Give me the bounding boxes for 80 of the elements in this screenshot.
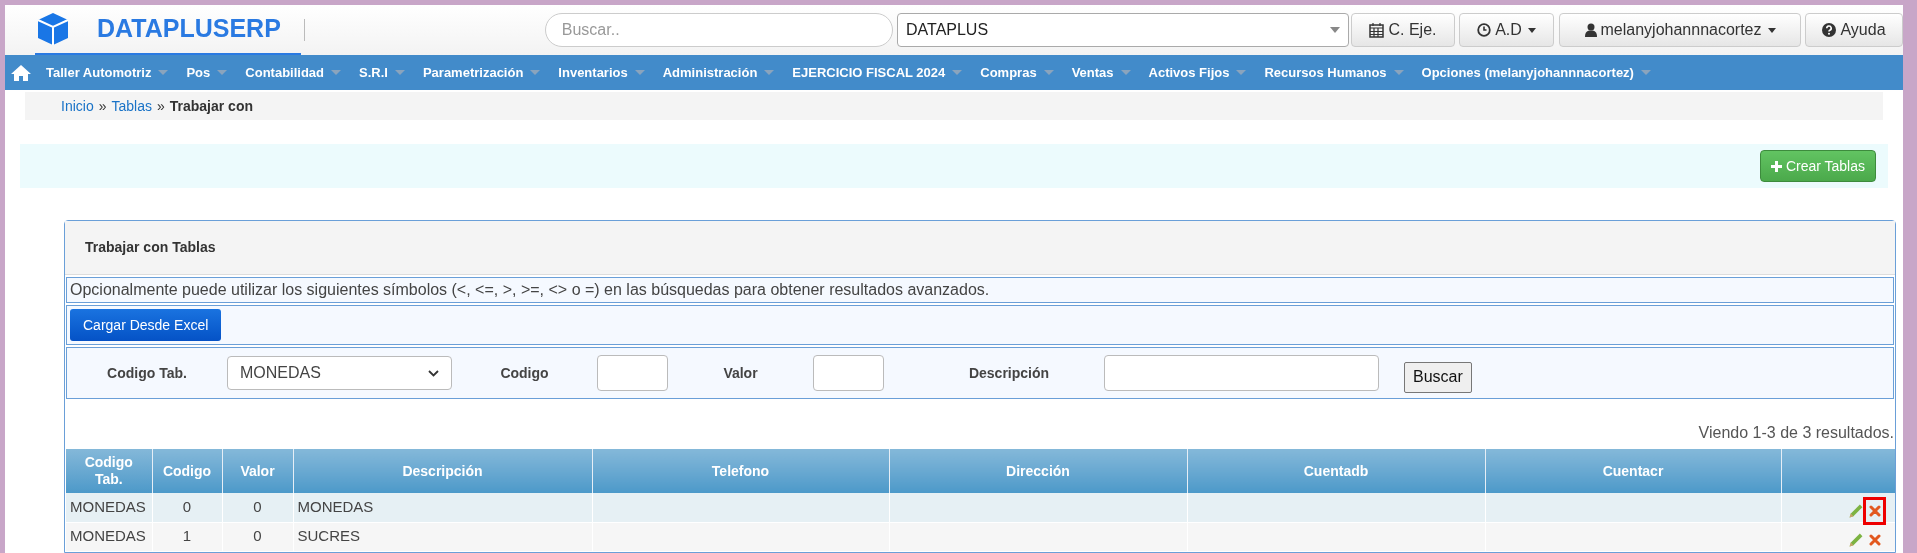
caret-icon bbox=[217, 70, 228, 75]
caret-icon bbox=[158, 70, 169, 75]
filter-label: Codigo Tab. bbox=[106, 363, 188, 383]
calendar-icon bbox=[1369, 22, 1385, 38]
load-from-excel-button[interactable]: Cargar Desde Excel bbox=[70, 309, 222, 341]
company-select[interactable]: DATAPLUS bbox=[897, 13, 1349, 47]
breadcrumb-separator: » bbox=[156, 96, 165, 116]
menu-item[interactable]: EJERCICIO FISCAL 2024 bbox=[792, 62, 946, 83]
menu-item[interactable]: Taller Automotriz bbox=[46, 62, 152, 83]
header-button[interactable]: Ayuda bbox=[1805, 13, 1903, 47]
header-button[interactable]: C. Eje. bbox=[1351, 13, 1455, 47]
header-button[interactable]: melanyjohannnacortez bbox=[1559, 13, 1801, 47]
filter-field[interactable] bbox=[1104, 355, 1379, 391]
menu-item[interactable]: Inventarios bbox=[558, 62, 628, 83]
menu-item[interactable]: Contabilidad bbox=[245, 62, 324, 83]
filter-label: Codigo bbox=[499, 363, 550, 383]
plus-icon bbox=[1770, 160, 1782, 172]
column-header[interactable]: Valor bbox=[222, 449, 293, 493]
clock-icon bbox=[1477, 23, 1492, 37]
breadcrumb-link[interactable]: Tablas bbox=[111, 95, 152, 117]
filter-field[interactable] bbox=[813, 355, 884, 391]
menu-item[interactable]: Opciones (melanyjohannnacortez) bbox=[1421, 62, 1634, 83]
table-cell: MONEDAS bbox=[66, 522, 152, 551]
caret-icon bbox=[952, 70, 963, 75]
menu-item[interactable]: Administración bbox=[662, 62, 758, 83]
breadcrumb-separator: » bbox=[98, 96, 107, 116]
help-icon bbox=[1822, 23, 1837, 37]
caret-icon bbox=[530, 70, 541, 75]
table-cell: SUCRES bbox=[293, 522, 592, 551]
column-header[interactable]: Cuentacr bbox=[1485, 449, 1781, 493]
table-cell: 0 bbox=[222, 493, 293, 522]
caret-icon bbox=[1236, 70, 1247, 75]
menu-item[interactable]: Compras bbox=[980, 62, 1037, 83]
caret-icon bbox=[1393, 70, 1404, 75]
chevron-icon bbox=[428, 369, 439, 377]
caret-icon bbox=[1527, 27, 1536, 33]
header-button[interactable]: A.D bbox=[1459, 13, 1554, 47]
home-icon[interactable] bbox=[10, 63, 32, 82]
search-field[interactable]: Buscar.. bbox=[544, 13, 893, 47]
breadcrumb-current: Trabajar con bbox=[169, 96, 253, 116]
caret-icon bbox=[764, 70, 775, 75]
column-header[interactable]: Descripción bbox=[293, 449, 592, 493]
user-icon bbox=[1584, 23, 1597, 37]
create-tables-button[interactable]: Crear Tablas bbox=[1759, 150, 1876, 182]
caret-icon bbox=[1640, 70, 1651, 75]
table-cell: 0 bbox=[152, 493, 222, 522]
cube-icon bbox=[35, 11, 71, 47]
menu-item[interactable]: Ventas bbox=[1071, 62, 1114, 83]
caret-icon bbox=[1043, 70, 1054, 75]
filter-label: Descripción bbox=[967, 363, 1051, 383]
menu-item[interactable]: S.R.I bbox=[359, 62, 388, 83]
caret-icon bbox=[1330, 27, 1340, 33]
delete-icon[interactable] bbox=[1866, 499, 1883, 522]
breadcrumb-link[interactable]: Inicio bbox=[61, 95, 94, 117]
filter-select[interactable]: MONEDAS bbox=[227, 356, 452, 390]
results-summary: Viendo 1-3 de 3 resultados. bbox=[1698, 423, 1894, 443]
column-header[interactable]: Codigo bbox=[152, 449, 222, 493]
hint-text: Opcionalmente puede utilizar los siguientes símbolos (<, <=, >, >=, <> o =) en las búsquedas para obtener resultados avanzados. bbox=[70, 280, 990, 300]
caret-icon bbox=[1120, 70, 1131, 75]
caret-icon bbox=[331, 70, 341, 75]
brand-name[interactable]: DATAPLUSERP bbox=[97, 10, 281, 48]
table-cell: 1 bbox=[152, 522, 222, 551]
table-cell: MONEDAS bbox=[293, 493, 592, 522]
panel-title: Trabajar con Tablas bbox=[85, 238, 216, 257]
filter-field[interactable] bbox=[597, 355, 668, 391]
caret-icon bbox=[1767, 27, 1776, 33]
column-header[interactable]: Dirección bbox=[889, 449, 1187, 493]
table-cell: MONEDAS bbox=[66, 493, 152, 522]
caret-icon bbox=[634, 70, 645, 75]
menu-item[interactable]: Recursos Humanos bbox=[1264, 62, 1387, 83]
filter-label: Valor bbox=[722, 363, 759, 383]
menu-item[interactable]: Pos bbox=[186, 62, 211, 83]
caret-icon bbox=[394, 70, 405, 75]
column-header[interactable]: Cuentadb bbox=[1187, 449, 1485, 493]
column-header[interactable]: Codigo Tab. bbox=[66, 449, 152, 493]
table-cell: 0 bbox=[222, 522, 293, 551]
menu-item[interactable]: Parametrización bbox=[422, 62, 524, 83]
menu-item[interactable]: Activos Fijos bbox=[1148, 62, 1230, 83]
search-button[interactable]: Buscar bbox=[1404, 361, 1472, 393]
column-header[interactable]: Telefono bbox=[592, 449, 889, 493]
